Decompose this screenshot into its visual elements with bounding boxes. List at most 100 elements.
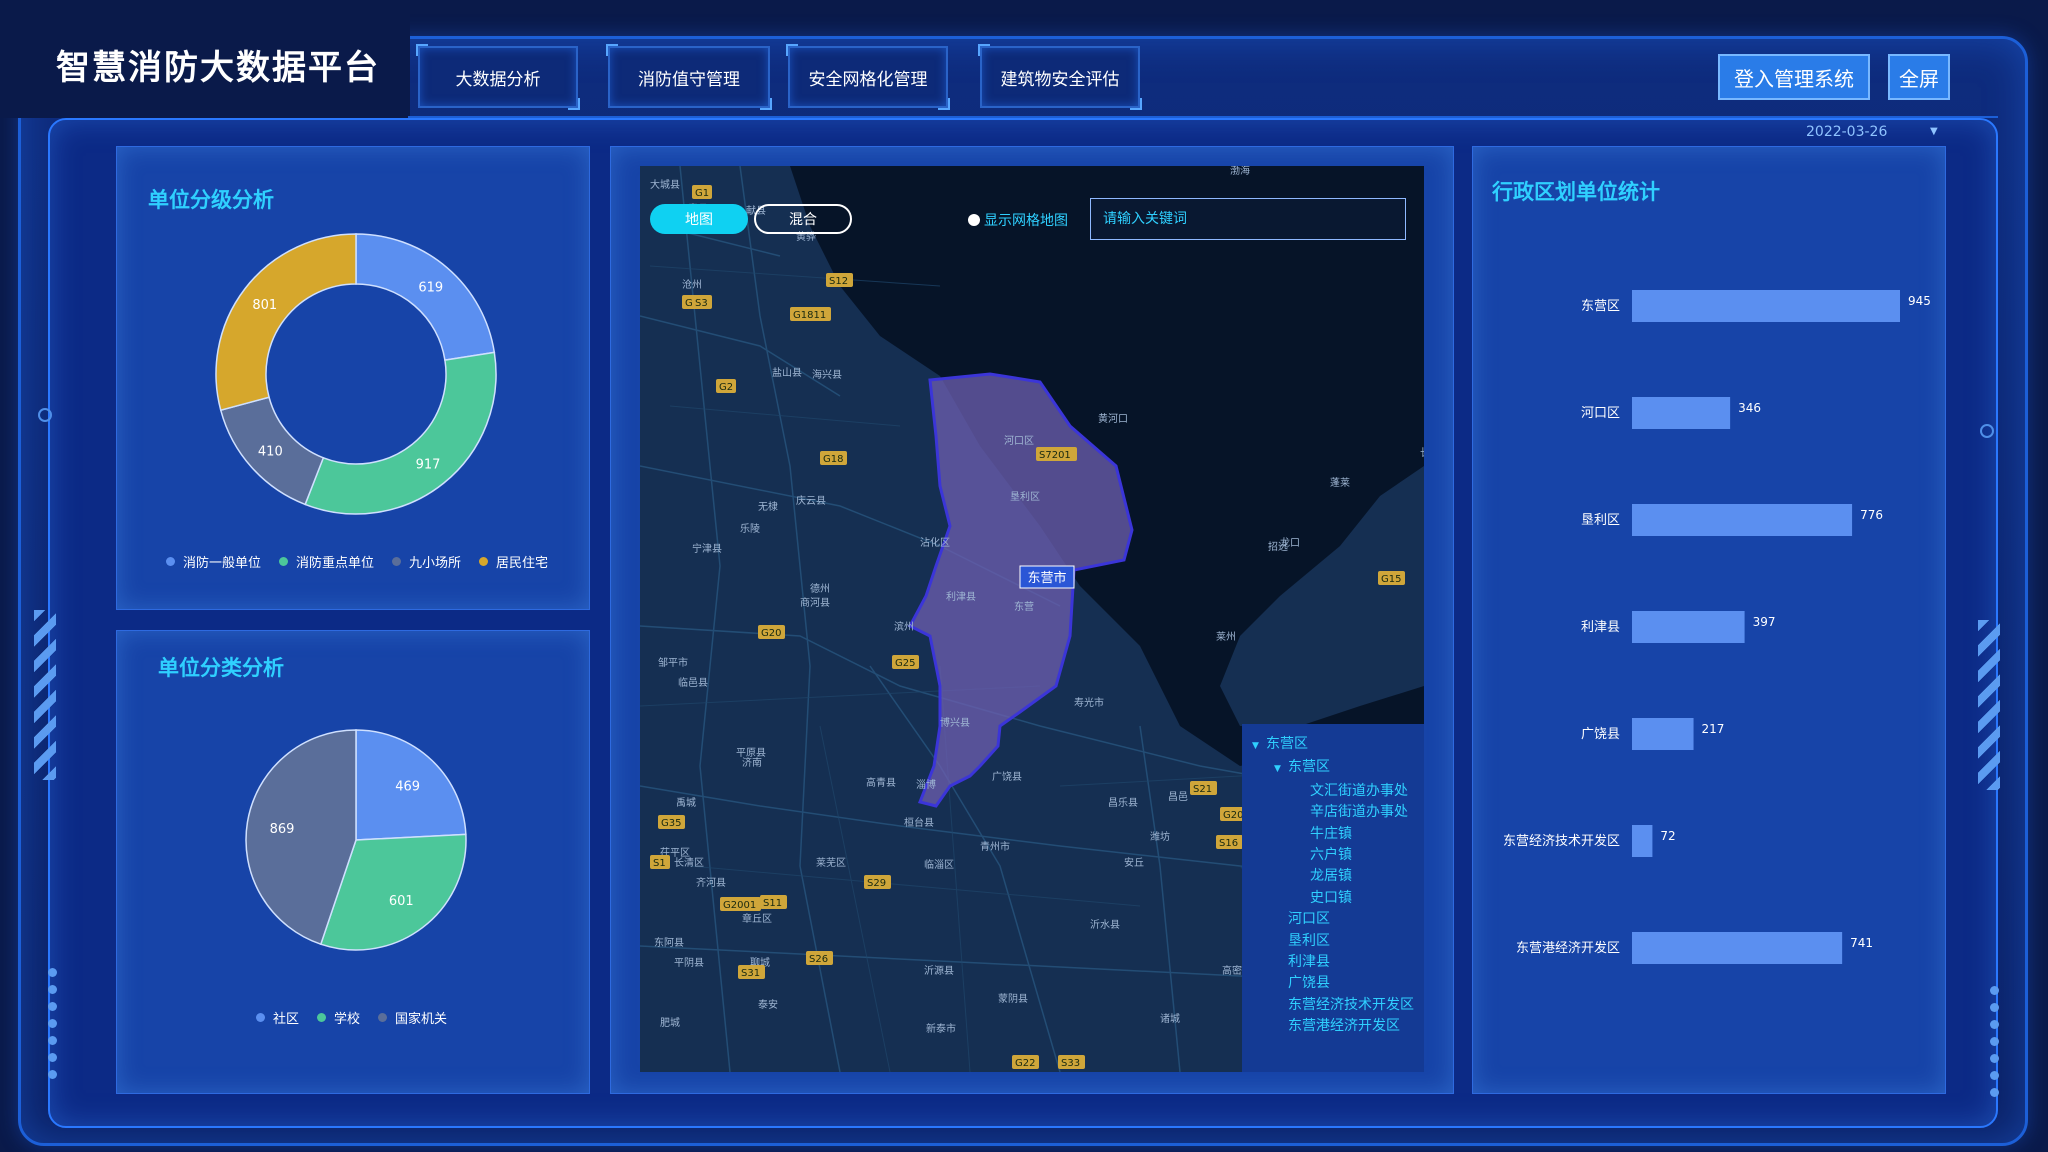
unit-grade-value-label: 917 — [416, 458, 441, 473]
unit-grade-legend-item[interactable]: 消防重点单位 — [279, 552, 374, 571]
map-place-label: 章丘区 — [742, 912, 772, 925]
road-label: S16 — [1219, 838, 1238, 849]
bar — [1632, 397, 1731, 429]
tree-node[interactable]: 文汇街道办事处 — [1252, 781, 1424, 802]
legend-dot-icon — [256, 1013, 265, 1022]
login-admin-button[interactable]: 登入管理系统 — [1718, 54, 1870, 100]
map-place-label: 德州 — [810, 582, 830, 595]
map-place-label: 庆云县 — [796, 494, 826, 507]
unit-grade-value-label: 801 — [252, 298, 277, 313]
nav-fire-duty-management[interactable]: 消防值守管理 — [606, 44, 772, 110]
tree-node[interactable]: 史口镇 — [1252, 888, 1424, 909]
district-bar-chart: 东营区 945 河口区 346 垦利区 776 利津县 397 广饶县 217 东营经济技术开发区 7… — [1503, 290, 1931, 964]
chevron-down-icon[interactable]: ▼ — [1930, 126, 1938, 137]
city-label: 东营市 — [1027, 570, 1066, 586]
map-place-label: 高密 — [1222, 964, 1242, 977]
nav-building-safety-assessment[interactable]: 建筑物安全评估 — [978, 44, 1142, 110]
unit-grade-value-label: 410 — [258, 445, 283, 460]
map-place-label: 诸城 — [1160, 1013, 1180, 1025]
fullscreen-button[interactable]: 全屏 — [1888, 54, 1950, 100]
tree-node-label: 文汇街道办事处 — [1310, 782, 1408, 799]
tree-node-label: 河口区 — [1288, 911, 1330, 928]
tree-node-label: 牛庄镇 — [1310, 825, 1352, 842]
map-search-input[interactable] — [1090, 198, 1406, 240]
nav-grid-safety-management[interactable]: 安全网格化管理 — [786, 44, 950, 110]
unit-grade-donut-chart: 619 917 410 801 — [215, 233, 497, 515]
unit-category-pie-chart: 469 601 869 — [245, 729, 467, 951]
grid-map-toggle[interactable]: 显示网格地图 — [968, 210, 1068, 230]
bar — [1632, 825, 1653, 857]
map-place-label: 莱芜区 — [816, 856, 846, 869]
map-place-label: 桓台县 — [904, 816, 934, 829]
tree-node-label: 史口镇 — [1310, 889, 1352, 906]
legend-label: 社区 — [273, 1012, 300, 1027]
tree-node[interactable]: 垦利区 — [1252, 931, 1424, 952]
tree-node[interactable]: 龙居镇 — [1252, 866, 1424, 887]
map-place-label: 广饶县 — [992, 770, 1022, 783]
tree-node[interactable]: ▼ 东营区 — [1252, 757, 1424, 780]
unit-category-value-label: 601 — [389, 894, 414, 909]
map-place-label: 河口区 — [1004, 435, 1034, 447]
map-place-label: 蒙阴县 — [998, 992, 1028, 1005]
tree-node[interactable]: 六户镇 — [1252, 845, 1424, 866]
tree-node[interactable]: 牛庄镇 — [1252, 824, 1424, 845]
unit-grade-legend-item[interactable]: 消防一般单位 — [166, 552, 261, 571]
unit-category-legend-item[interactable]: 国家机关 — [378, 1008, 447, 1027]
bar-category-label: 利津县 — [1581, 620, 1620, 635]
tree-node-label: 龙居镇 — [1310, 868, 1352, 885]
tab-hybrid[interactable]: 混合 — [754, 204, 852, 234]
road-label: G20 — [761, 628, 781, 639]
unit-category-legend-item[interactable]: 学校 — [317, 1008, 360, 1027]
tree-node[interactable]: 利津县 — [1252, 952, 1424, 973]
tree-node[interactable]: 东营港经济开发区 — [1252, 1016, 1424, 1037]
tree-node[interactable]: 东营经济技术开发区 — [1252, 995, 1424, 1016]
bar — [1632, 932, 1843, 964]
right-ring-deco — [1980, 424, 1994, 438]
district-stats-title: 行政区划单位统计 — [1492, 180, 1660, 204]
unit-grade-slice — [304, 351, 497, 515]
map-place-label: 泰安 — [758, 998, 778, 1011]
road-label: S31 — [741, 968, 760, 979]
map-place-label: 乐陵 — [740, 523, 760, 535]
map-place-label: 肥城 — [660, 1017, 680, 1029]
nav-big-data-analysis[interactable]: 大数据分析 — [416, 44, 580, 110]
map-place-label: 平阴县 — [674, 957, 704, 969]
road-label: S26 — [809, 954, 828, 965]
tree-node-label: 辛店街道办事处 — [1310, 804, 1408, 821]
unit-grade-legend-item[interactable]: 居民住宅 — [479, 552, 548, 571]
tree-node[interactable]: ▼ 东营区 — [1252, 734, 1424, 757]
bar-category-label: 河口区 — [1581, 406, 1620, 421]
right-dots-deco — [1990, 986, 1999, 1097]
tree-node[interactable]: 河口区 — [1252, 909, 1424, 930]
unit-category-legend-item[interactable]: 社区 — [256, 1008, 299, 1027]
legend-label: 学校 — [334, 1012, 361, 1027]
tree-node[interactable]: 辛店街道办事处 — [1252, 802, 1424, 823]
map-place-label: 沂源县 — [924, 964, 954, 977]
map-place-label: 招远 — [1268, 540, 1288, 553]
legend-label: 消防重点单位 — [296, 556, 375, 571]
unit-grade-legend: 消防一般单位 消防重点单位 九小场所 居民住宅 — [166, 552, 548, 571]
caret-down-icon[interactable]: ▼ — [1274, 759, 1288, 780]
map-place-label: 沧州 — [682, 278, 702, 291]
unit-category-title: 单位分类分析 — [158, 656, 284, 680]
map-place-label: 无棣 — [758, 500, 778, 513]
tree-node-label: 东营港经济开发区 — [1288, 1018, 1400, 1035]
unit-grade-legend-item[interactable]: 九小场所 — [392, 552, 461, 571]
grid-map-toggle-label: 显示网格地图 — [984, 213, 1068, 229]
map-place-label: 利津县 — [946, 591, 976, 603]
map-place-label: 黄河口 — [1098, 412, 1128, 425]
bar-value-label: 776 — [1860, 508, 1883, 522]
radio-icon[interactable] — [968, 214, 980, 226]
date-selector[interactable]: 2022-03-26 — [1806, 124, 1887, 140]
tree-node-label: 东营经济技术开发区 — [1288, 996, 1414, 1013]
legend-label: 九小场所 — [409, 556, 462, 571]
road-label: G2 — [719, 382, 733, 393]
tree-node[interactable]: 广饶县 — [1252, 973, 1424, 994]
map-place-label: 垦利区 — [1010, 491, 1040, 503]
tab-map[interactable]: 地图 — [650, 204, 748, 234]
unit-grade-slice — [215, 233, 357, 412]
bar-category-label: 垦利区 — [1581, 513, 1620, 528]
map-place-label: 齐河县 — [696, 876, 726, 889]
caret-down-icon[interactable]: ▼ — [1252, 736, 1266, 757]
road-label: S1 — [653, 858, 666, 869]
